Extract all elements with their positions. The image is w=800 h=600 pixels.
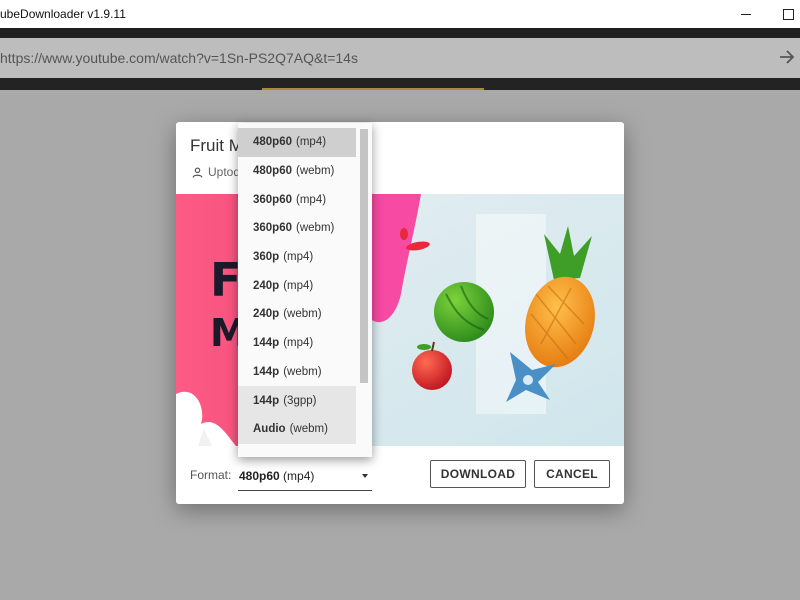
download-button[interactable]: DOWNLOAD	[430, 460, 526, 488]
format-option-360p60-webm[interactable]: 360p60 (webm)	[238, 214, 356, 243]
format-option-360p-mp4[interactable]: 360p (mp4)	[238, 243, 356, 272]
format-option-240p-mp4[interactable]: 240p (mp4)	[238, 271, 356, 300]
minimize-icon	[741, 13, 751, 15]
format-selected-value: 480p60 (mp4)	[239, 469, 315, 483]
format-option-144p-mp4[interactable]: 144p (mp4)	[238, 329, 356, 358]
minimize-button[interactable]	[724, 0, 768, 28]
format-option-144p-webm[interactable]: 144p (webm)	[238, 358, 356, 387]
format-option-480p60-webm[interactable]: 480p60 (webm)	[238, 157, 356, 186]
uploader-name: Uptod	[208, 165, 241, 179]
thumbnail-text-line1: F	[210, 253, 241, 307]
person-icon	[192, 166, 203, 178]
format-options-list: 480p60 (mp4) 480p60 (webm) 360p60 (mp4) 360…	[238, 128, 356, 444]
dropdown-scrollbar[interactable]	[360, 129, 368, 383]
uploader-info: Uptod	[192, 165, 240, 179]
arrow-right-icon	[780, 50, 795, 64]
maximize-icon	[782, 8, 794, 20]
format-option-audio-webm[interactable]: Audio (webm)	[238, 414, 356, 444]
caret-down-icon	[362, 474, 368, 478]
go-button[interactable]	[776, 46, 798, 68]
cancel-button[interactable]: CANCEL	[534, 460, 610, 488]
format-option-144p-3gpp[interactable]: 144p (3gpp)	[238, 386, 356, 415]
format-select[interactable]: 480p60 (mp4)	[238, 460, 372, 491]
url-bar	[0, 38, 800, 78]
title-bar: ubeDownloader v1.9.11	[0, 0, 800, 28]
format-label: Format:	[190, 468, 232, 482]
format-option-240p-webm[interactable]: 240p (webm)	[238, 300, 356, 329]
format-dropdown: 480p60 (mp4) 480p60 (webm) 360p60 (mp4) 360…	[238, 123, 372, 457]
app-title: ubeDownloader v1.9.11	[0, 7, 126, 21]
format-option-480p60-mp4[interactable]: 480p60 (mp4)	[238, 128, 356, 157]
maximize-button[interactable]	[766, 0, 800, 28]
loading-indicator	[262, 88, 484, 90]
url-input[interactable]	[0, 48, 760, 68]
format-option-360p60-mp4[interactable]: 360p60 (mp4)	[238, 185, 356, 214]
header-band	[0, 28, 800, 38]
